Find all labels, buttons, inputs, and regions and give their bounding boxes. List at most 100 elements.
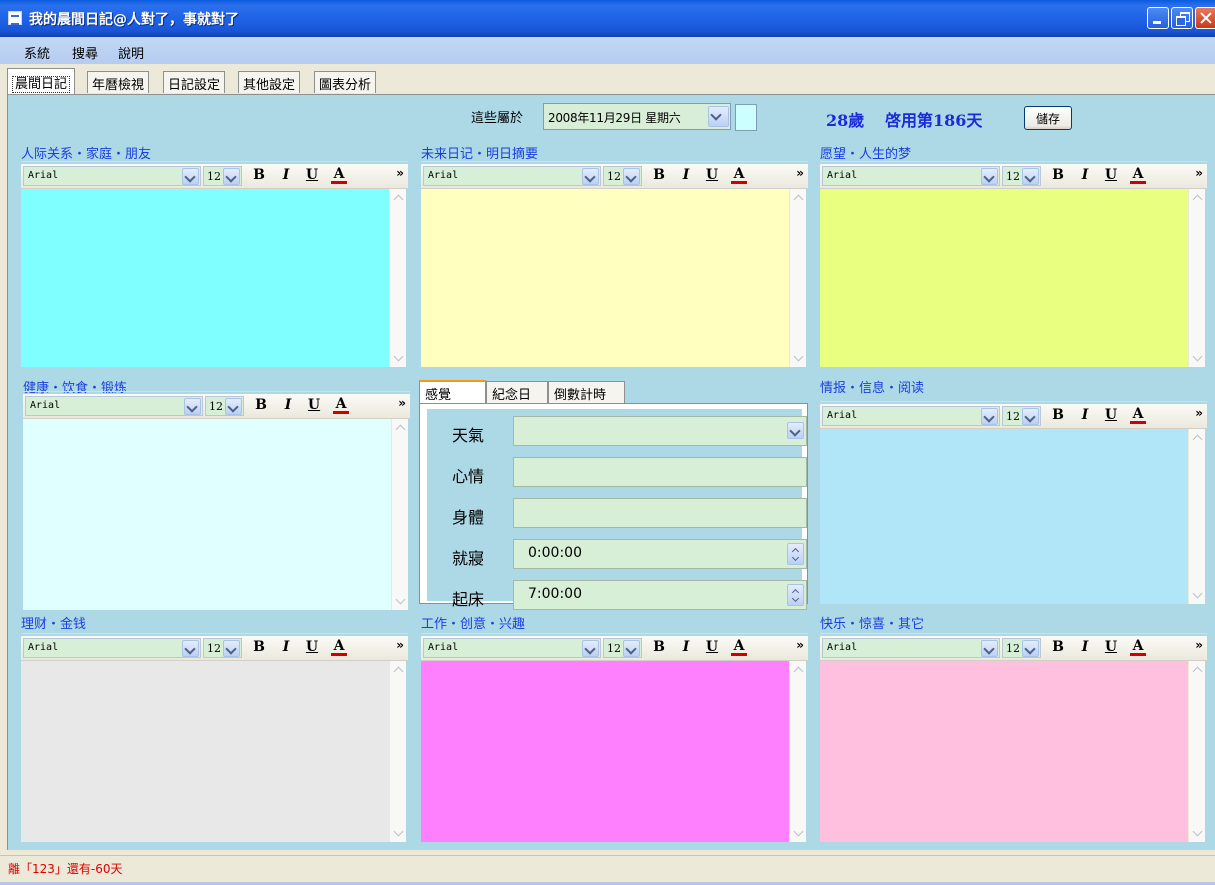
toolbar-more-icon[interactable]: » xyxy=(796,638,804,652)
tab-other-settings[interactable]: 其他設定 xyxy=(238,71,301,93)
scroll-down-icon[interactable] xyxy=(791,350,806,366)
vertical-scrollbar[interactable] xyxy=(1188,661,1205,842)
text-editor[interactable] xyxy=(421,189,789,367)
chevron-down-icon[interactable] xyxy=(582,640,599,657)
font-size-select[interactable]: 12 xyxy=(603,166,642,186)
scroll-down-icon[interactable] xyxy=(391,350,406,366)
minimize-button[interactable] xyxy=(1147,7,1169,29)
scroll-up-icon[interactable] xyxy=(1190,190,1205,206)
scroll-down-icon[interactable] xyxy=(791,825,806,841)
tab-countdown[interactable]: 倒數計時 xyxy=(548,381,625,403)
underline-button[interactable]: U xyxy=(1103,167,1119,185)
text-editor[interactable] xyxy=(23,419,391,610)
scroll-up-icon[interactable] xyxy=(791,662,806,678)
restore-button[interactable] xyxy=(1171,7,1193,29)
underline-button[interactable]: U xyxy=(304,639,320,657)
font-family-select[interactable]: Arial xyxy=(23,166,201,186)
chevron-down-icon[interactable] xyxy=(981,408,998,425)
font-size-select[interactable]: 12 xyxy=(1002,166,1041,186)
font-color-button[interactable]: A xyxy=(331,639,347,656)
underline-button[interactable]: U xyxy=(304,167,320,185)
underline-button[interactable]: U xyxy=(704,639,720,657)
bold-button[interactable]: B xyxy=(651,167,667,185)
font-family-select[interactable]: Arial xyxy=(25,396,203,416)
font-size-select[interactable]: 12 xyxy=(603,638,642,658)
font-color-button[interactable]: A xyxy=(333,397,349,414)
chevron-down-icon[interactable] xyxy=(623,168,640,185)
toolbar-more-icon[interactable]: » xyxy=(1195,638,1203,652)
bold-button[interactable]: B xyxy=(253,397,269,415)
scroll-up-icon[interactable] xyxy=(391,190,406,206)
toolbar-more-icon[interactable]: » xyxy=(398,396,406,410)
font-size-select[interactable]: 12 xyxy=(1002,638,1041,658)
font-family-select[interactable]: Arial xyxy=(23,638,201,658)
vertical-scrollbar[interactable] xyxy=(389,189,406,367)
bold-button[interactable]: B xyxy=(251,639,267,657)
chevron-down-icon[interactable] xyxy=(981,168,998,185)
italic-button[interactable]: I xyxy=(1077,167,1093,185)
bold-button[interactable]: B xyxy=(1050,407,1066,425)
scroll-up-icon[interactable] xyxy=(791,190,806,206)
menu-help[interactable]: 說明 xyxy=(118,43,144,62)
font-color-button[interactable]: A xyxy=(731,167,747,184)
spinner-icon[interactable] xyxy=(787,584,804,606)
scroll-up-icon[interactable] xyxy=(1190,662,1205,678)
scroll-up-icon[interactable] xyxy=(391,662,406,678)
bold-button[interactable]: B xyxy=(651,639,667,657)
tab-chart-analysis[interactable]: 圖表分析 xyxy=(314,71,377,93)
chevron-down-icon[interactable] xyxy=(1022,640,1039,657)
font-color-button[interactable]: A xyxy=(331,167,347,184)
chevron-down-icon[interactable] xyxy=(182,640,199,657)
chevron-down-icon[interactable] xyxy=(223,168,240,185)
bold-button[interactable]: B xyxy=(251,167,267,185)
toolbar-more-icon[interactable]: » xyxy=(396,166,404,180)
chevron-down-icon[interactable] xyxy=(1022,168,1039,185)
tab-calendar-view[interactable]: 年曆檢視 xyxy=(87,71,150,93)
mood-field[interactable] xyxy=(513,457,807,487)
toolbar-more-icon[interactable]: » xyxy=(396,638,404,652)
underline-button[interactable]: U xyxy=(1103,407,1119,425)
italic-button[interactable]: I xyxy=(280,397,296,415)
vertical-scrollbar[interactable] xyxy=(789,661,806,842)
scroll-down-icon[interactable] xyxy=(391,825,406,841)
toolbar-more-icon[interactable]: » xyxy=(1195,166,1203,180)
italic-button[interactable]: I xyxy=(278,167,294,185)
color-swatch[interactable] xyxy=(735,104,757,131)
chevron-down-icon[interactable] xyxy=(223,640,240,657)
spinner-icon[interactable] xyxy=(787,543,804,565)
vertical-scrollbar[interactable] xyxy=(389,661,406,842)
underline-button[interactable]: U xyxy=(306,397,322,415)
font-size-select[interactable]: 12 xyxy=(203,638,242,658)
chevron-down-icon[interactable] xyxy=(582,168,599,185)
font-family-select[interactable]: Arial xyxy=(822,166,1000,186)
vertical-scrollbar[interactable] xyxy=(1188,429,1205,604)
text-editor[interactable] xyxy=(21,661,389,842)
tab-morning-diary[interactable]: 晨間日記 xyxy=(7,68,76,94)
tab-feeling[interactable]: 感覺 xyxy=(419,380,486,404)
body-field[interactable] xyxy=(513,498,807,528)
tab-anniversary[interactable]: 紀念日 xyxy=(486,381,548,403)
font-family-select[interactable]: Arial xyxy=(423,638,601,658)
toolbar-more-icon[interactable]: » xyxy=(1195,406,1203,420)
menu-search[interactable]: 搜尋 xyxy=(72,43,98,62)
text-editor[interactable] xyxy=(820,189,1188,367)
font-family-select[interactable]: Arial xyxy=(822,406,1000,426)
text-editor[interactable] xyxy=(421,661,789,842)
font-size-select[interactable]: 12 xyxy=(203,166,242,186)
font-color-button[interactable]: A xyxy=(1130,407,1146,424)
close-button[interactable] xyxy=(1195,7,1215,29)
vertical-scrollbar[interactable] xyxy=(391,419,408,610)
toolbar-more-icon[interactable]: » xyxy=(796,166,804,180)
font-color-button[interactable]: A xyxy=(1130,167,1146,184)
scroll-up-icon[interactable] xyxy=(393,420,408,436)
chevron-down-icon[interactable] xyxy=(184,398,201,415)
tab-diary-settings[interactable]: 日記設定 xyxy=(163,71,226,93)
font-family-select[interactable]: Arial xyxy=(822,638,1000,658)
font-size-select[interactable]: 12 xyxy=(205,396,244,416)
scroll-down-icon[interactable] xyxy=(1190,350,1205,366)
italic-button[interactable]: I xyxy=(1077,639,1093,657)
text-editor[interactable] xyxy=(820,429,1188,604)
italic-button[interactable]: I xyxy=(1077,407,1093,425)
scroll-down-icon[interactable] xyxy=(393,593,408,609)
save-button[interactable]: 儲存 xyxy=(1024,106,1072,130)
